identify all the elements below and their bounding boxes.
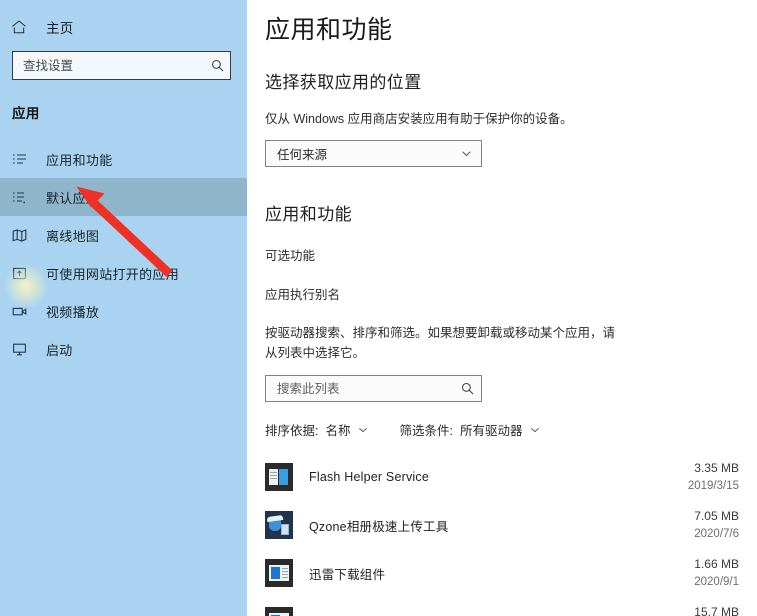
page-title: 应用和功能 [265, 16, 393, 44]
sidebar-item-label: 应用和功能 [46, 152, 113, 168]
app-list-item[interactable]: 应用宝统一连接服务 15.7 MB 2020/7/19 [265, 597, 757, 616]
app-list-item[interactable]: Flash Helper Service 3.35 MB 2019/3/15 [265, 453, 757, 501]
offline-map-icon [11, 227, 28, 244]
app-size: 7.05 MB [694, 509, 739, 524]
search-input[interactable] [23, 52, 210, 79]
chevron-down-icon [358, 425, 368, 435]
app-name: Qzone相册极速上传工具 [309, 519, 449, 534]
apps-list-description: 按驱动器搜索、排序和筛选。如果想要卸载或移动某个应用，请从列表中选择它。 [265, 326, 616, 361]
app-size: 1.66 MB [694, 557, 739, 572]
sidebar-item-offline-maps[interactable]: 离线地图 [0, 216, 247, 254]
installed-apps-list: Flash Helper Service 3.35 MB 2019/3/15 Q… [265, 453, 757, 616]
app-name: 迅雷下载组件 [309, 567, 386, 582]
app-meta: 3.35 MB 2019/3/15 [688, 460, 739, 494]
app-name: Flash Helper Service [309, 470, 430, 485]
default-apps-icon [11, 189, 28, 206]
sidebar-item-label: 可使用网站打开的应用 [46, 266, 180, 282]
settings-sidebar: 主页 应用 应用和功能 [0, 0, 247, 616]
sidebar-item-video-playback[interactable]: 视频播放 [0, 292, 247, 330]
flash-helper-icon [265, 463, 293, 492]
install-source-heading: 选择获取应用的位置 [265, 73, 422, 92]
sidebar-item-apps-and-features[interactable]: 应用和功能 [0, 140, 247, 178]
app-install-date: 2020/9/1 [694, 575, 739, 588]
app-list-search-box[interactable] [265, 375, 482, 403]
qzone-uploader-icon [265, 511, 293, 540]
app-meta: 1.66 MB 2020/9/1 [694, 556, 739, 590]
link-app-execution-aliases[interactable]: 应用执行别名 [265, 284, 340, 303]
sort-filter-row: 排序依据: 名称 筛选条件: 所有驱动器 [265, 420, 757, 439]
sidebar-item-startup[interactable]: 启动 [0, 330, 247, 368]
sidebar-item-label: 启动 [46, 342, 73, 358]
install-source-description: 仅从 Windows 应用商店安装应用有助于保护你的设备。 [265, 112, 573, 126]
app-name: 应用宝统一连接服务 [309, 612, 688, 616]
sidebar-home-label: 主页 [46, 21, 74, 36]
sidebar-item-apps-for-websites[interactable]: 可使用网站打开的应用 [0, 254, 247, 292]
chevron-down-icon [461, 148, 472, 159]
app-meta: 7.05 MB 2020/7/6 [694, 508, 739, 542]
filter-by-label: 筛选条件: [399, 424, 453, 439]
sidebar-item-default-apps[interactable]: 默认应用 [0, 178, 247, 216]
install-source-selected-value: 任何来源 [277, 148, 328, 163]
sort-by-label: 排序依据: [265, 424, 319, 439]
sidebar-item-label: 默认应用 [46, 190, 100, 206]
app-size: 15.7 MB [694, 605, 739, 616]
app-list-item[interactable]: 迅雷下载组件 1.66 MB 2020/9/1 [265, 549, 757, 597]
app-list-item[interactable]: Qzone相册极速上传工具 7.05 MB 2020/7/6 [265, 501, 757, 549]
sidebar-item-label: 视频播放 [46, 304, 100, 320]
video-playback-icon [11, 303, 28, 320]
app-meta: 15.7 MB 2020/7/19 [688, 604, 739, 616]
sidebar-item-label: 离线地图 [46, 228, 100, 244]
search-icon[interactable] [460, 382, 474, 396]
app-install-date: 2020/7/6 [694, 527, 739, 540]
sidebar-home-link[interactable]: 主页 [0, 12, 247, 42]
settings-window: 主页 应用 应用和功能 [0, 0, 757, 616]
app-install-date: 2019/3/15 [687, 479, 739, 492]
home-icon [11, 19, 27, 35]
sidebar-nav: 应用和功能 默认应用 离线地图 可使用网站打开的应用 视频播放 启动 [0, 140, 247, 368]
link-optional-features[interactable]: 可选功能 [265, 245, 315, 264]
chevron-down-icon [530, 425, 540, 435]
yingyongbao-icon [265, 607, 293, 616]
sort-by-value: 名称 [325, 424, 351, 439]
sidebar-section-title: 应用 [12, 106, 40, 121]
settings-main-content: 应用和功能 选择获取应用的位置 仅从 Windows 应用商店安装应用有助于保护… [247, 0, 757, 616]
install-source-dropdown[interactable]: 任何来源 [265, 140, 482, 168]
app-list-search-input[interactable] [277, 376, 460, 402]
sort-by-dropdown[interactable]: 排序依据: 名称 [265, 420, 368, 439]
filter-by-value: 所有驱动器 [459, 424, 523, 439]
search-icon[interactable] [210, 59, 224, 73]
startup-icon [11, 341, 28, 358]
website-apps-icon [11, 265, 28, 282]
list-bullet-icon [11, 151, 28, 168]
apps-features-heading: 应用和功能 [265, 205, 352, 225]
thunder-component-icon [265, 559, 293, 588]
filter-by-dropdown[interactable]: 筛选条件: 所有驱动器 [400, 420, 540, 439]
app-size: 3.35 MB [694, 461, 739, 476]
settings-search-box[interactable] [12, 51, 231, 80]
